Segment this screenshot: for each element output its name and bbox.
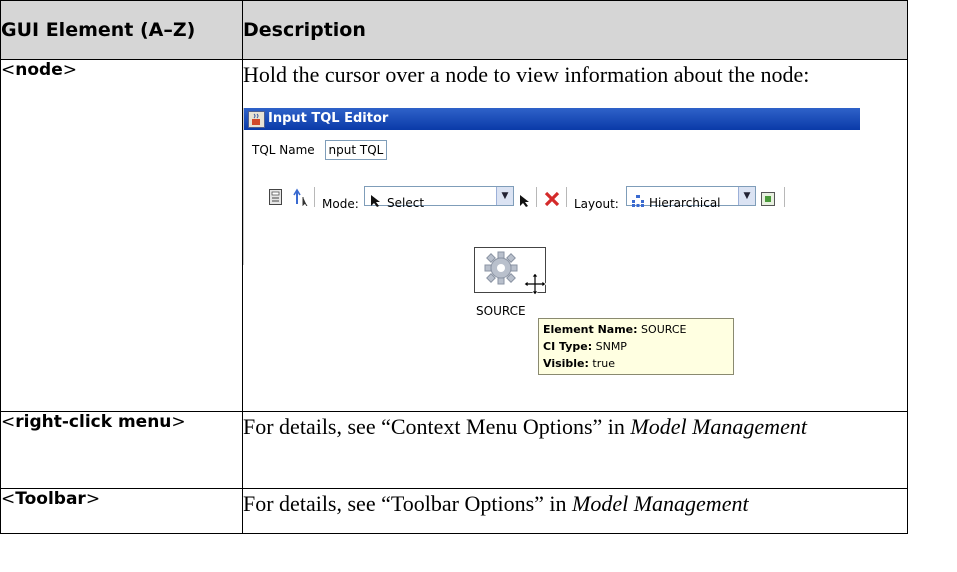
window-title: Input TQL Editor <box>268 111 389 126</box>
tql-name-input[interactable]: nput TQL <box>324 140 388 160</box>
table-row: <Toolbar> For details, see “Toolbar Opti… <box>0 488 908 534</box>
node-label: SOURCE <box>476 304 526 318</box>
angle-close: > <box>62 60 77 80</box>
mode-select[interactable]: Select ▼ <box>364 186 514 210</box>
pointer-icon[interactable] <box>518 189 530 219</box>
angle-close: > <box>171 412 186 432</box>
tooltip-line-visible: Visible: true <box>543 357 615 370</box>
tql-node[interactable] <box>474 247 547 296</box>
toolbar-separator <box>784 187 785 207</box>
angle-close: > <box>85 489 101 509</box>
element-name: node <box>15 60 63 80</box>
description-text: Hold the cursor over a node to view info… <box>243 62 810 87</box>
move-cursor-icon <box>523 272 547 305</box>
toolbar-separator <box>566 187 567 207</box>
calculator-icon[interactable] <box>268 187 284 217</box>
gear-node-icon <box>483 250 523 297</box>
tql-name-label: TQL Name <box>252 143 315 157</box>
reference-title: Model Management <box>630 414 807 439</box>
angle-open: < <box>1 60 16 80</box>
editor-toolbar: Mode: Select ▼ Layout: Hierarchical ▼ <box>266 183 860 211</box>
tooltip-line-type: CI Type: SNMP <box>543 340 627 353</box>
tooltip-line-name: Element Name: SOURCE <box>543 323 687 336</box>
table-row: <node> Hold the cursor over a node to vi… <box>0 59 908 412</box>
java-cup-icon <box>248 111 265 128</box>
chevron-down-icon[interactable]: ▼ <box>738 187 755 205</box>
table-header-row: GUI Element (A–Z) Description <box>0 0 908 60</box>
window-titlebar: Input TQL Editor <box>244 108 860 130</box>
gui-element-table: GUI Element (A–Z) Description <node> Hol… <box>0 0 908 534</box>
cursor-arrow-icon <box>369 189 381 219</box>
angle-open: < <box>1 412 16 432</box>
layout-select[interactable]: Hierarchical ▼ <box>626 186 756 210</box>
toolbar-separator <box>314 187 315 207</box>
element-cell: <Toolbar> <box>0 488 243 534</box>
element-cell: <right-click menu> <box>0 411 243 489</box>
move-up-icon[interactable] <box>292 187 310 217</box>
delete-x-icon[interactable] <box>544 188 560 218</box>
tql-name-row: TQL Name nput TQL <box>252 140 388 160</box>
mode-value: Select <box>387 196 425 210</box>
description-cell: Hold the cursor over a node to view info… <box>242 59 908 412</box>
angle-open: < <box>1 489 16 509</box>
tql-editor-screenshot: Input TQL Editor TQL Name nput TQL Mode: <box>243 108 860 375</box>
mode-label: Mode: <box>322 197 359 211</box>
description-cell: For details, see “Toolbar Options” in Mo… <box>242 488 908 534</box>
column-header-description: Description <box>242 0 908 60</box>
element-cell: <node> <box>0 59 243 412</box>
node-tooltip: Element Name: SOURCE CI Type: SNMP Visib… <box>538 318 734 375</box>
element-name: right-click menu <box>15 412 172 432</box>
table-row: <right-click menu> For details, see “Con… <box>0 411 908 489</box>
reference-title: Model Management <box>572 491 749 516</box>
description-cell: For details, see “Context Menu Options” … <box>242 411 908 489</box>
hierarchical-layout-icon <box>631 189 645 219</box>
element-name: Toolbar <box>15 489 86 509</box>
fit-to-window-icon[interactable] <box>760 188 776 218</box>
column-header-gui-element: GUI Element (A–Z) <box>0 0 243 60</box>
chevron-down-icon[interactable]: ▼ <box>496 187 513 205</box>
toolbar-separator <box>536 187 537 207</box>
layout-label: Layout: <box>574 197 619 211</box>
description-text: For details, see “Context Menu Options” … <box>243 414 631 439</box>
layout-value: Hierarchical <box>649 196 721 210</box>
description-text: For details, see “Toolbar Options” in <box>243 491 573 516</box>
